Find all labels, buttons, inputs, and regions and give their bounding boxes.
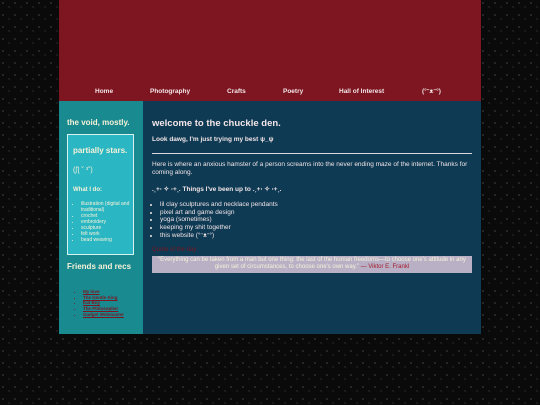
quote-label: Quote of the day — [152, 247, 197, 253]
things-list: lil clay sculptures and necklace pendant… — [152, 201, 278, 240]
list-item: pixel art and game design — [160, 209, 278, 217]
list-item: lil clay sculptures and necklace pendant… — [160, 201, 278, 209]
list-item: yoga (sometimes) — [160, 216, 278, 224]
friends-heading: Friends and recs — [67, 262, 132, 271]
page-container: Home Photography Crafts Poetry Hall of I… — [59, 0, 481, 334]
friend-link[interactable]: Gadget Webmaster — [83, 312, 124, 318]
nav-crafts[interactable]: Crafts — [227, 88, 246, 95]
main-content: welcome to the chuckle den. Look dawg, I… — [143, 101, 481, 334]
sidebar-title: the void, mostly. — [67, 118, 130, 127]
nav-photography[interactable]: Photography — [150, 88, 190, 95]
nav-face[interactable]: (°ᵔᴥᵔ°) — [422, 88, 441, 95]
intro-text: Here is where an anxious hamster of a pe… — [152, 161, 468, 176]
sidebar-box-subtitle: What I do: — [73, 187, 102, 193]
top-nav: Home Photography Crafts Poetry Hall of I… — [59, 84, 481, 101]
nav-hall-of-interest[interactable]: Hall of Interest — [339, 88, 384, 95]
things-heading: .˳+⋅ ✧ ⋅+˳. Things I've been up to .˳+⋅ … — [152, 186, 282, 193]
quote-box: “Everything can be taken from a man but … — [152, 256, 472, 273]
sidebar-box-face: (ʃƪ ˘ ³˘) — [73, 167, 93, 174]
sidebar-about-box: partially stars. (ʃƪ ˘ ³˘) What I do: il… — [67, 134, 134, 255]
page-subtitle: Look dawg, I'm just trying my best ψ_ψ — [152, 136, 274, 143]
what-i-do-list: illustration (digital and traditional) c… — [73, 201, 141, 243]
quote-text: “Everything can be taken from a man but … — [158, 257, 466, 270]
friend-link[interactable]: The Philosopher — [83, 306, 124, 312]
friends-list: My love The Gentle King Kat Boy The Phil… — [74, 289, 124, 318]
list-item: keeping my shit together — [160, 224, 278, 232]
nav-home[interactable]: Home — [95, 88, 113, 95]
sidebar-box-title: partially stars. — [73, 146, 128, 155]
page-title: welcome to the chuckle den. — [152, 118, 281, 129]
divider — [152, 153, 472, 154]
list-item: illustration (digital and traditional) — [81, 201, 141, 213]
sidebar: the void, mostly. partially stars. (ʃƪ ˘… — [59, 101, 143, 334]
list-item: bead weaving — [81, 237, 141, 243]
list-item: this website (°ᵔᴥᵔ°) — [160, 232, 278, 240]
nav-poetry[interactable]: Poetry — [283, 88, 303, 95]
quote-author: — Viktor E. Frankl — [360, 264, 410, 270]
